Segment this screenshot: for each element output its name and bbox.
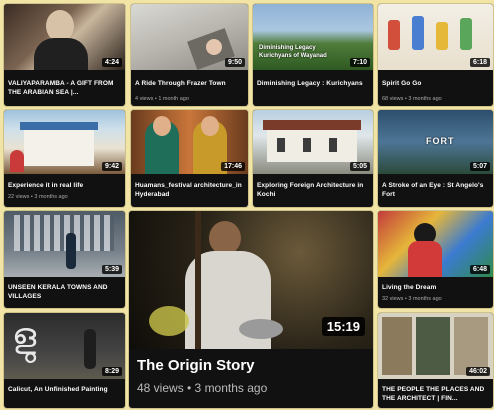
video-duration: 9:42	[101, 162, 122, 171]
video-card-13[interactable]: 46:02 THE PEOPLE THE PLACES AND THE ARCH…	[378, 313, 493, 408]
video-card-11[interactable]: 6:48 Living the Dream 32 views • 3 month…	[378, 211, 493, 308]
video-title[interactable]: VALIYAPARAMBA - A GIFT FROM THE ARABIAN …	[8, 79, 121, 97]
video-thumbnail[interactable]: 5:05	[253, 110, 373, 174]
video-duration: 5:07	[469, 162, 490, 171]
featured-video-card[interactable]: 15:19 The Origin Story 48 views • 3 mont…	[129, 211, 373, 408]
video-card-3[interactable]: Diminishing Legacy Kurichyans of Wayanad…	[253, 4, 373, 106]
calligraphy-logo: ളു	[12, 316, 37, 356]
video-card-4[interactable]: 6:18 Spirit Go Go 68 views • 3 months ag…	[378, 4, 493, 106]
video-meta: 22 views • 3 months ago	[8, 194, 68, 200]
video-duration: 15:19	[321, 317, 365, 336]
video-thumbnail[interactable]: 9:42	[4, 110, 125, 174]
video-thumbnail[interactable]: 17:46	[131, 110, 248, 174]
video-title[interactable]: The Origin Story	[137, 357, 255, 374]
video-thumbnail[interactable]: ളു 8:29	[4, 313, 125, 379]
video-thumbnail[interactable]: FORT 5:07	[378, 110, 493, 174]
video-title[interactable]: Spirit Go Go	[382, 79, 489, 88]
video-title[interactable]: Living the Dream	[382, 283, 489, 292]
video-title[interactable]: Exploring Foreign Architecture in Kochi	[257, 181, 369, 199]
video-card-5[interactable]: 9:42 Experience it in real life 22 views…	[4, 110, 125, 207]
video-meta: 68 views • 3 months ago	[382, 96, 442, 102]
video-duration: 4:24	[101, 58, 122, 67]
video-meta: 32 views • 3 months ago	[382, 296, 442, 302]
video-duration: 9:50	[224, 58, 245, 67]
video-thumbnail[interactable]: 4:24	[4, 4, 125, 70]
video-duration: 7:10	[349, 58, 370, 67]
video-duration: 5:39	[101, 265, 122, 274]
thumbnail-overlay-text: FORT	[426, 136, 455, 146]
video-title[interactable]: UNSEEN KERALA TOWNS AND VILLAGES	[8, 283, 121, 301]
video-duration: 5:05	[349, 162, 370, 171]
video-card-12[interactable]: ളു 8:29 Calicut, An Unfinished Painting	[4, 313, 125, 408]
video-thumbnail[interactable]: 6:18	[378, 4, 493, 70]
video-thumbnail[interactable]: 5:39	[4, 211, 125, 277]
video-card-7[interactable]: 5:05 Exploring Foreign Architecture in K…	[253, 110, 373, 207]
video-thumbnail[interactable]: Diminishing Legacy Kurichyans of Wayanad…	[253, 4, 373, 70]
video-card-2[interactable]: 9:50 A Ride Through Frazer Town 4 views …	[131, 4, 248, 106]
video-card-1[interactable]: 4:24 VALIYAPARAMBA - A GIFT FROM THE ARA…	[4, 4, 125, 106]
video-duration: 46:02	[466, 367, 490, 376]
video-duration: 6:48	[469, 265, 490, 274]
video-title[interactable]: Huamans_festival architecture_in Hyderab…	[135, 181, 244, 199]
thumbnail-overlay-text: Diminishing Legacy Kurichyans of Wayanad	[259, 45, 327, 59]
video-meta: 4 views • 1 month ago	[135, 96, 189, 102]
video-card-8[interactable]: FORT 5:07 A Stroke of an Eye : St Angelo…	[378, 110, 493, 207]
video-duration: 17:46	[221, 162, 245, 171]
video-title[interactable]: Experience it in real life	[8, 181, 121, 190]
video-card-6[interactable]: 17:46 Huamans_festival architecture_in H…	[131, 110, 248, 207]
video-thumbnail[interactable]: 9:50	[131, 4, 248, 70]
video-meta: 48 views • 3 months ago	[137, 381, 268, 395]
video-duration: 8:29	[101, 367, 122, 376]
video-duration: 6:18	[469, 58, 490, 67]
video-title[interactable]: A Stroke of an Eye : St Angelo's Fort	[382, 181, 489, 199]
video-card-9[interactable]: 5:39 UNSEEN KERALA TOWNS AND VILLAGES	[4, 211, 125, 308]
video-thumbnail[interactable]: 46:02	[378, 313, 493, 379]
video-title[interactable]: Diminishing Legacy : Kurichyans	[257, 79, 369, 88]
video-title[interactable]: Calicut, An Unfinished Painting	[8, 385, 121, 394]
video-title[interactable]: A Ride Through Frazer Town	[135, 79, 244, 88]
video-thumbnail[interactable]: 6:48	[378, 211, 493, 277]
video-title[interactable]: THE PEOPLE THE PLACES AND THE ARCHITECT …	[382, 385, 489, 403]
